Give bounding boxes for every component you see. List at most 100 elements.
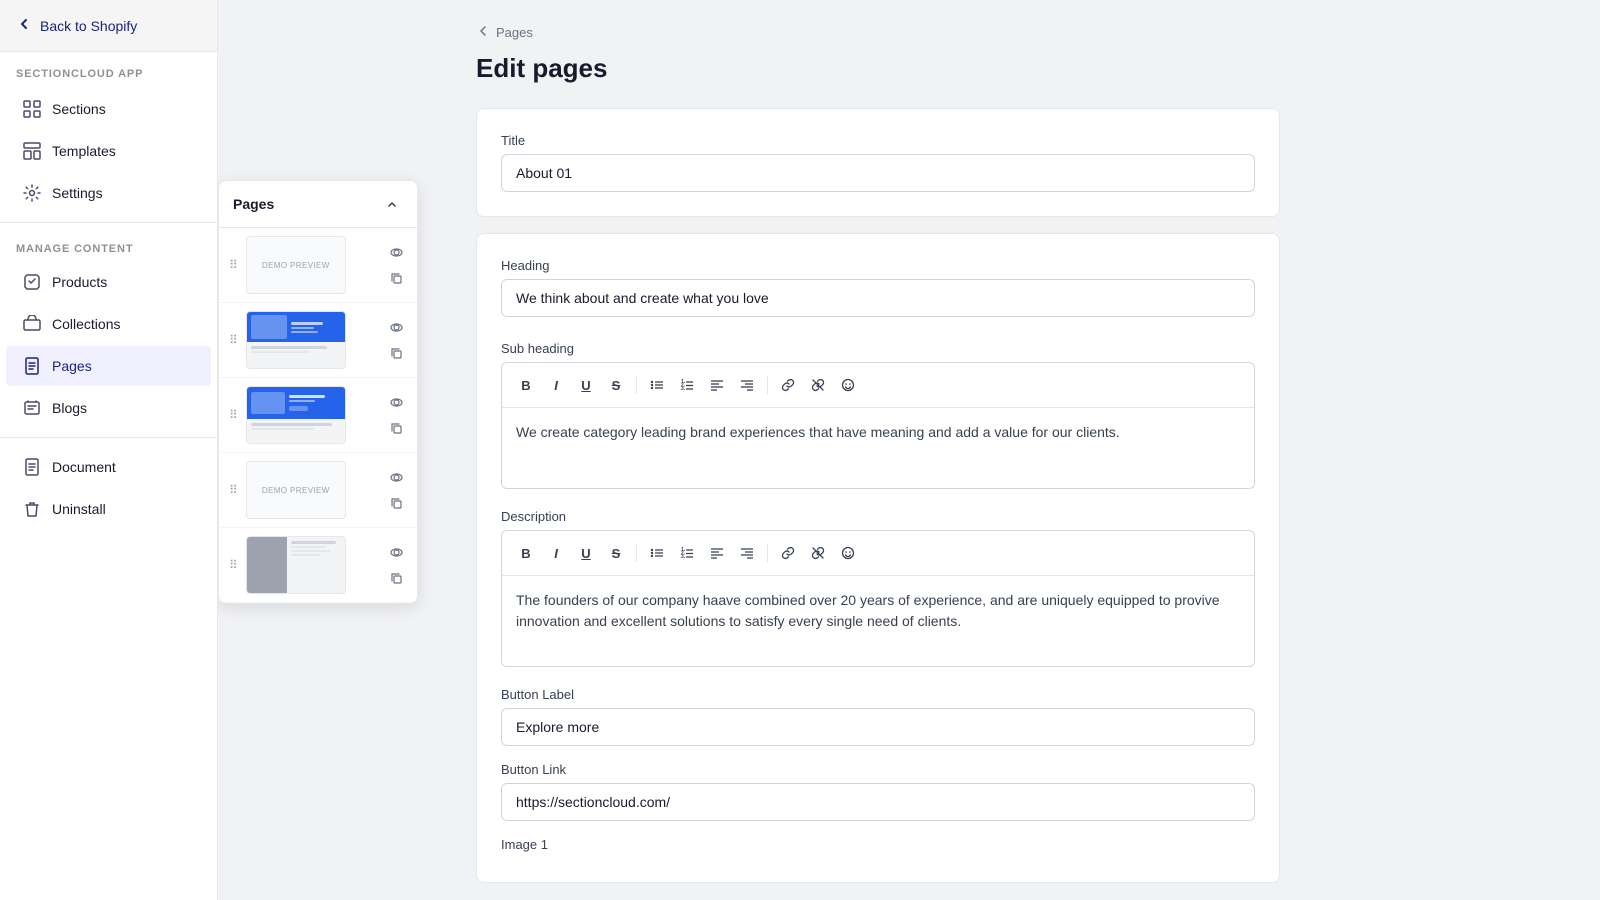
pages-panel-body: ⠿ DEMO PREVIEW [219, 228, 417, 603]
desc-unlink-button[interactable] [804, 539, 832, 567]
back-to-shopify-button[interactable]: Back to Shopify [0, 0, 217, 52]
content-wrapper: Pages ⠿ DEMO PREVIEW [218, 0, 1600, 900]
list-item[interactable]: ⠿ DEMO PREVIEW [219, 453, 417, 528]
toolbar-separator [636, 376, 637, 394]
drag-handle-icon: ⠿ [229, 258, 238, 272]
button-label-input[interactable] [501, 708, 1255, 746]
italic-button[interactable]: I [542, 371, 570, 399]
uninstall-icon [22, 499, 42, 519]
sidebar-item-products[interactable]: Products [6, 262, 211, 302]
item-actions [385, 316, 407, 364]
templates-icon [22, 141, 42, 161]
desc-bold-button[interactable]: B [512, 539, 540, 567]
sidebar-item-settings[interactable]: Settings [6, 173, 211, 213]
emoji-button[interactable] [834, 371, 862, 399]
pages-panel-collapse-button[interactable] [381, 193, 403, 215]
subheading-toolbar: B I U S 1.2.3. [502, 363, 1254, 408]
subheading-rte: B I U S 1.2.3. [501, 362, 1255, 489]
page-preview-button[interactable] [385, 466, 407, 488]
desc-strikethrough-button[interactable]: S [602, 539, 630, 567]
pages-label: Pages [52, 358, 92, 374]
title-card: Title [476, 108, 1280, 217]
list-item[interactable]: ⠿ [219, 528, 417, 603]
page-copy-button[interactable] [385, 342, 407, 364]
description-rte: B I U S 1.2.3. [501, 530, 1255, 667]
strikethrough-button[interactable]: S [602, 371, 630, 399]
underline-button[interactable]: U [572, 371, 600, 399]
heading-card: Heading Sub heading B I U S [476, 233, 1280, 883]
manage-content-label: MANAGE CONTENT [0, 231, 217, 261]
subheading-content[interactable]: We create category leading brand experie… [502, 408, 1254, 488]
desc-link-button[interactable] [774, 539, 802, 567]
description-content[interactable]: The founders of our company haave combin… [502, 576, 1254, 666]
align-right-button[interactable] [733, 371, 761, 399]
page-copy-button[interactable] [385, 492, 407, 514]
subheading-field-label: Sub heading [501, 341, 1255, 356]
item-actions [385, 241, 407, 289]
page-thumbnail [246, 386, 346, 444]
list-item[interactable]: ⠿ [219, 378, 417, 453]
desc-underline-button[interactable]: U [572, 539, 600, 567]
desc-toolbar-separator-2 [767, 544, 768, 562]
blogs-icon [22, 398, 42, 418]
document-icon [22, 457, 42, 477]
sidebar-item-sections[interactable]: Sections [6, 89, 211, 129]
page-thumbnail: DEMO PREVIEW [246, 236, 346, 294]
page-preview-button[interactable] [385, 316, 407, 338]
back-arrow-icon [16, 16, 32, 35]
breadcrumb[interactable]: Pages [476, 24, 1280, 41]
page-preview-button[interactable] [385, 241, 407, 263]
page-copy-button[interactable] [385, 567, 407, 589]
uninstall-label: Uninstall [52, 501, 106, 517]
heading-input[interactable] [501, 279, 1255, 317]
button-label-field-label: Button Label [501, 687, 1255, 702]
heading-field-label: Heading [501, 258, 1255, 273]
sidebar-item-document[interactable]: Document [6, 447, 211, 487]
page-thumbnail [246, 311, 346, 369]
page-preview-button[interactable] [385, 541, 407, 563]
sidebar-item-templates[interactable]: Templates [6, 131, 211, 171]
page-copy-button[interactable] [385, 417, 407, 439]
main-content: Pages ⠿ DEMO PREVIEW [218, 0, 1600, 900]
title-input[interactable] [501, 154, 1255, 192]
sidebar-divider [0, 222, 217, 223]
svg-text:3.: 3. [681, 386, 686, 392]
ordered-list-button[interactable]: 1.2.3. [673, 371, 701, 399]
toolbar-separator-2 [767, 376, 768, 394]
page-thumbnail: DEMO PREVIEW [246, 461, 346, 519]
sections-label: Sections [52, 101, 106, 117]
align-left-button[interactable] [703, 371, 731, 399]
edit-pages-content: Pages Edit pages Title Heading Sub headi… [428, 0, 1328, 900]
desc-align-right-button[interactable] [733, 539, 761, 567]
image1-field-label: Image 1 [501, 837, 1255, 852]
desc-unordered-list-button[interactable] [643, 539, 671, 567]
list-item[interactable]: ⠿ [219, 303, 417, 378]
sidebar-item-uninstall[interactable]: Uninstall [6, 489, 211, 529]
button-link-input[interactable] [501, 783, 1255, 821]
page-preview-button[interactable] [385, 391, 407, 413]
desc-ordered-list-button[interactable]: 1.2.3. [673, 539, 701, 567]
description-field-label: Description [501, 509, 1255, 524]
page-copy-button[interactable] [385, 267, 407, 289]
drag-handle-icon: ⠿ [229, 408, 238, 422]
sidebar-item-pages[interactable]: Pages [6, 346, 211, 386]
item-actions [385, 391, 407, 439]
desc-italic-button[interactable]: I [542, 539, 570, 567]
desc-align-left-button[interactable] [703, 539, 731, 567]
page-thumbnail [246, 536, 346, 594]
pages-panel-title: Pages [233, 196, 274, 212]
pages-panel-header: Pages [219, 181, 417, 228]
app-section-label: SECTIONCLOUD APP [0, 52, 217, 88]
unlink-button[interactable] [804, 371, 832, 399]
unordered-list-button[interactable] [643, 371, 671, 399]
panel-offset: Pages ⠿ DEMO PREVIEW [218, 0, 428, 900]
sidebar-item-blogs[interactable]: Blogs [6, 388, 211, 428]
sidebar-item-collections[interactable]: Collections [6, 304, 211, 344]
bold-button[interactable]: B [512, 371, 540, 399]
list-item[interactable]: ⠿ DEMO PREVIEW [219, 228, 417, 303]
sections-icon [22, 99, 42, 119]
desc-emoji-button[interactable] [834, 539, 862, 567]
drag-handle-icon: ⠿ [229, 558, 238, 572]
link-button[interactable] [774, 371, 802, 399]
drag-handle-icon: ⠿ [229, 333, 238, 347]
